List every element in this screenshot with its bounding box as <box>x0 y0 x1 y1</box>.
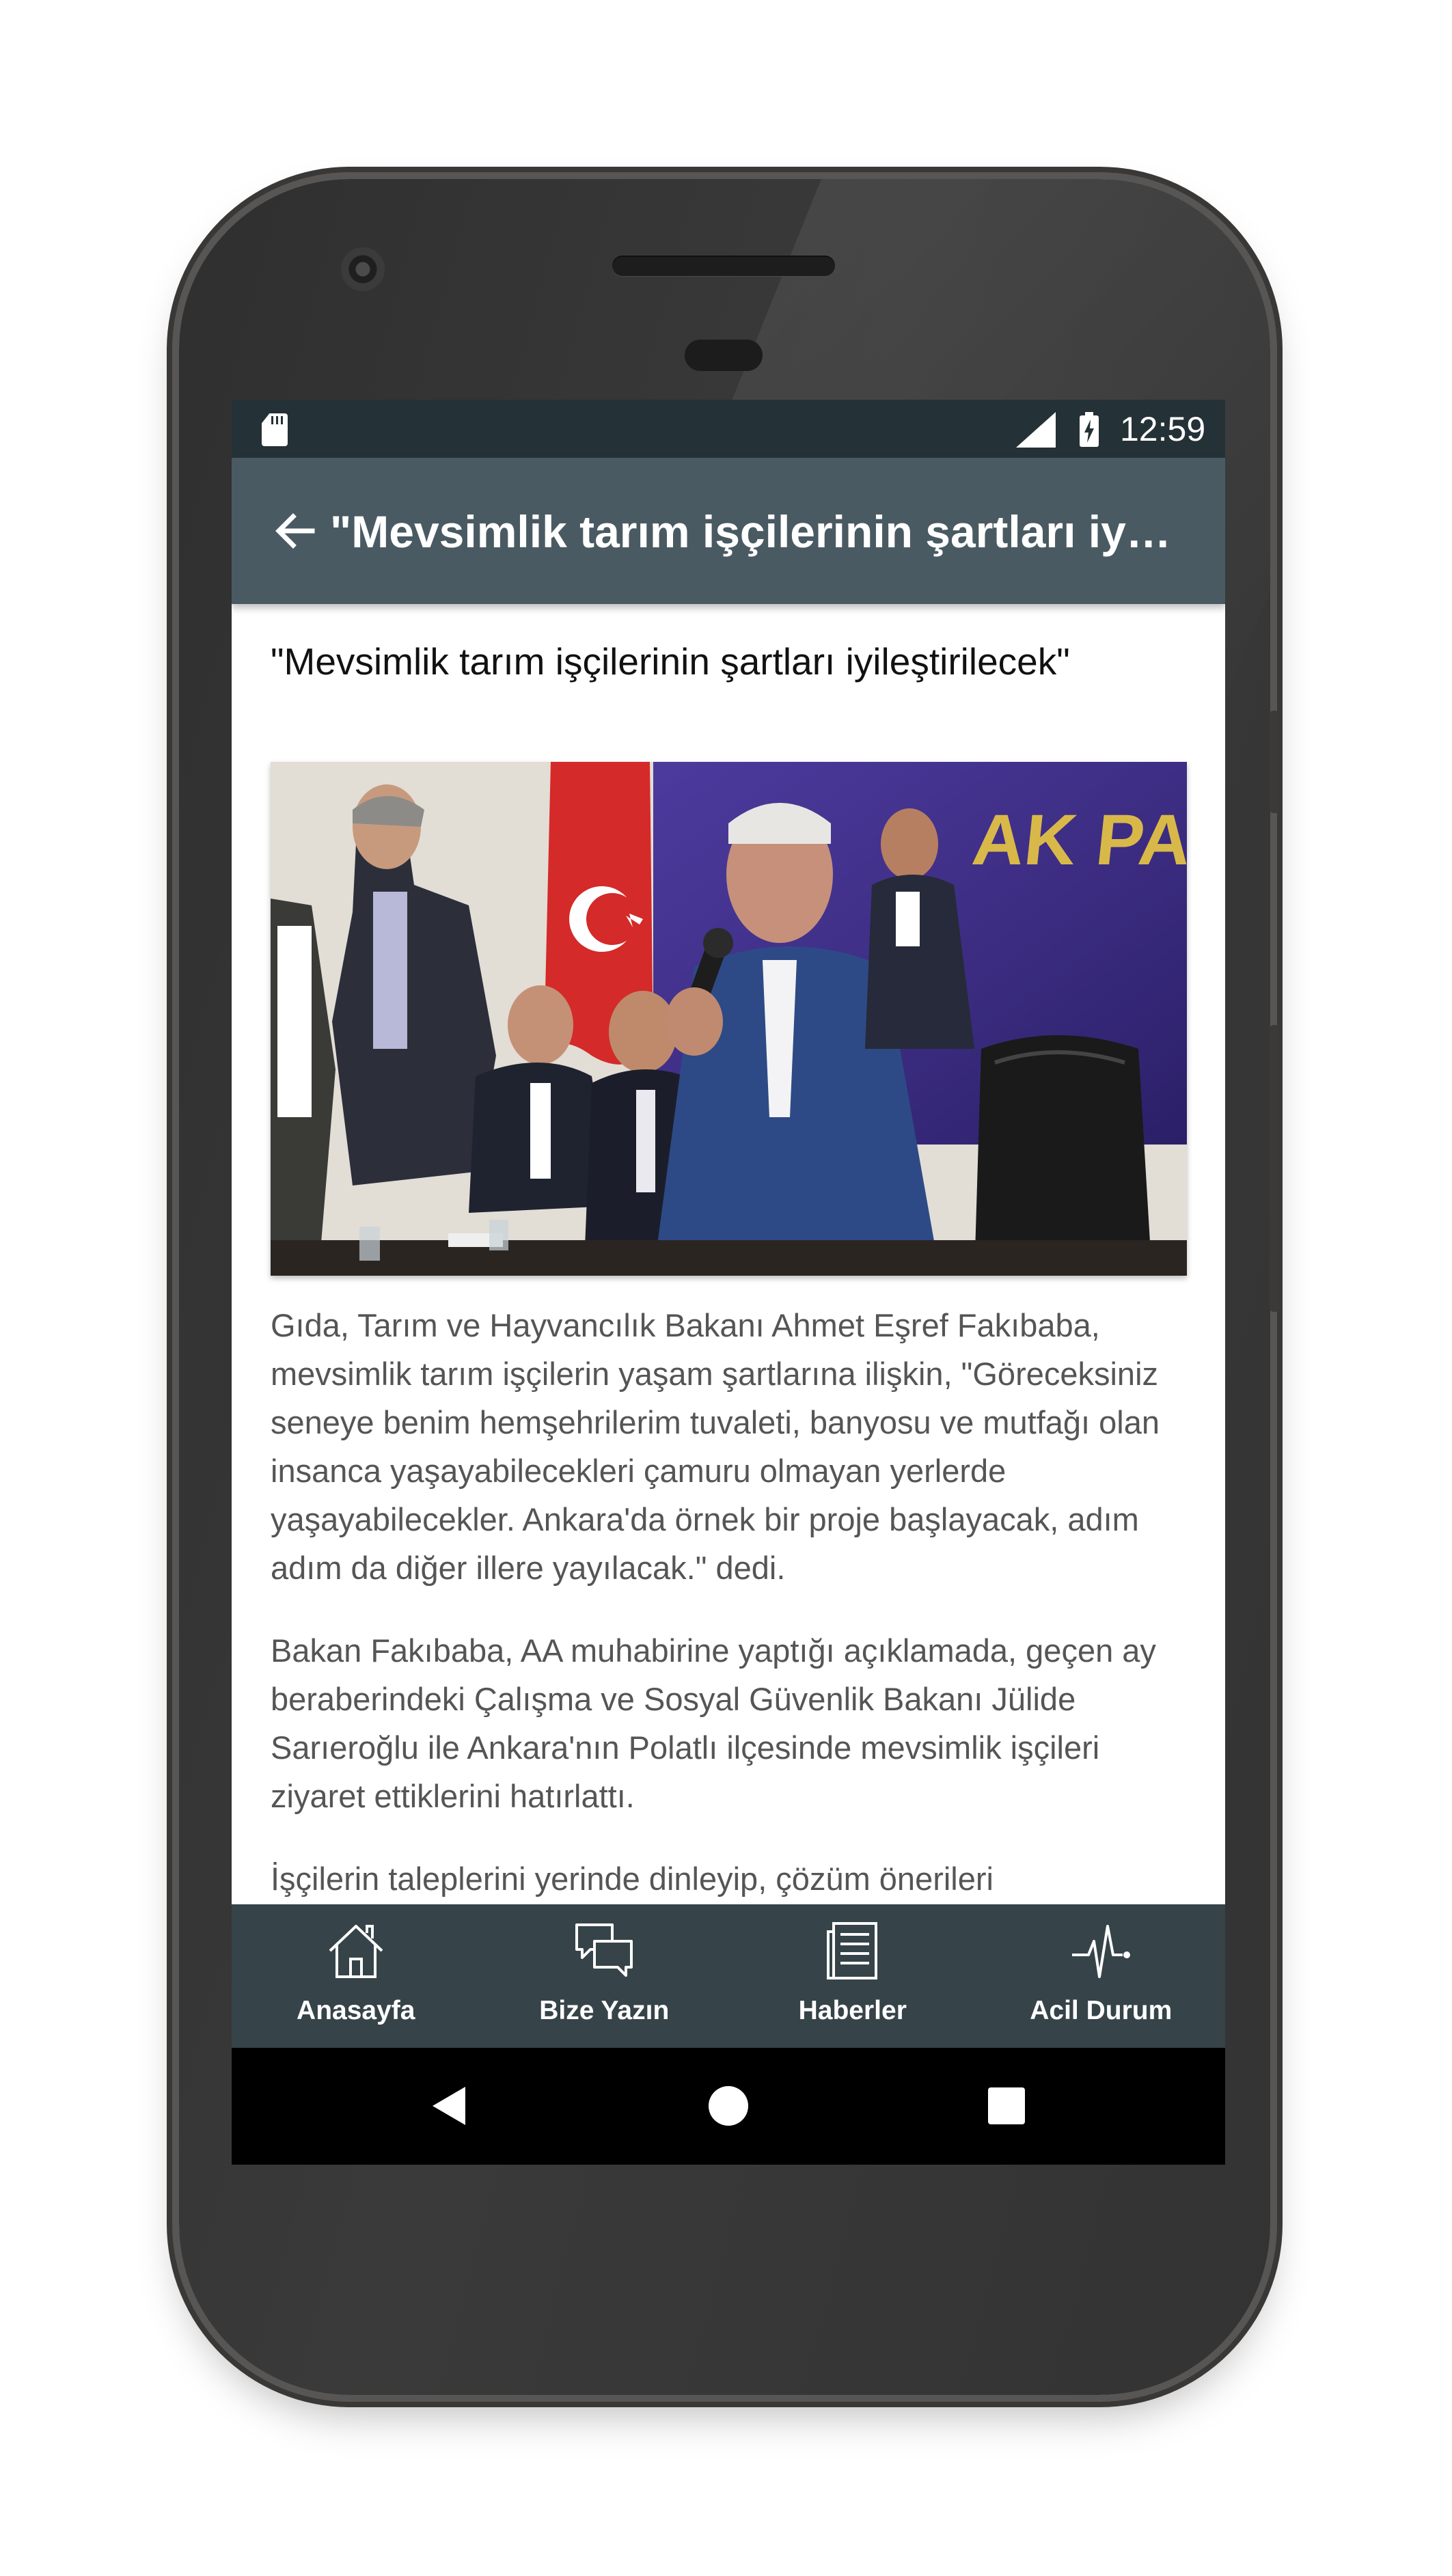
nav-label: Anasayfa <box>297 1996 415 2025</box>
article-paragraph: Gıda, Tarım ve Hayvancılık Bakanı Ahmet … <box>271 1307 1160 1586</box>
nav-item-anasayfa[interactable]: Anasayfa <box>232 1904 480 2048</box>
app-bar: "Mevsimlik tarım işçilerinin şartları iy… <box>232 458 1225 604</box>
network-type-label: LTE <box>1017 412 1042 426</box>
volume-button <box>1270 1025 1279 1312</box>
nav-label: Bize Yazın <box>539 1996 670 2025</box>
photo-banner-text: AK PARTİ İLÇE BA <box>969 800 1187 880</box>
bottom-navigation: Anasayfa Bize Yazın Haberler Acil Durum <box>232 1904 1225 2048</box>
nav-item-acil-durum[interactable]: Acil Durum <box>977 1904 1226 2048</box>
article-photo: AK PARTİ İLÇE BA <box>271 762 1187 1276</box>
back-arrow-icon[interactable] <box>273 508 318 553</box>
proximity-sensor <box>685 340 763 371</box>
article-body: Gıda, Tarım ve Hayvancılık Bakanı Ahmet … <box>271 1301 1190 1912</box>
phone-screen: LTE 12:59 "Mevsimlik tarım işçilerinin ş… <box>232 400 1225 2165</box>
app-bar-title: "Mevsimlik tarım işçilerinin şartları iy… <box>330 506 1177 557</box>
front-camera <box>341 247 385 291</box>
earpiece-speaker <box>612 256 835 276</box>
article-title: "Mevsimlik tarım işçilerinin şartları iy… <box>271 640 1070 683</box>
article-paragraph: İşçilerin taleplerini yerinde dinleyip, … <box>271 1861 994 1897</box>
chat-bubbles-icon <box>571 1918 637 1984</box>
status-clock: 12:59 <box>1120 410 1206 448</box>
power-button <box>1270 711 1279 813</box>
status-bar: LTE 12:59 <box>232 400 1225 458</box>
news-icon <box>820 1918 886 1984</box>
system-navigation-bar <box>232 2048 1225 2165</box>
system-back-icon[interactable] <box>382 2048 519 2165</box>
nav-label: Haberler <box>798 1996 907 2025</box>
article-content[interactable]: "Mevsimlik tarım işçilerinin şartları iy… <box>232 604 1225 1912</box>
nav-item-bize-yazin[interactable]: Bize Yazın <box>480 1904 729 2048</box>
pulse-icon <box>1068 1918 1134 1984</box>
article-paragraph: Bakan Fakıbaba, AA muhabirine yaptığı aç… <box>271 1632 1156 1814</box>
system-recents-icon[interactable] <box>938 2048 1075 2165</box>
system-home-icon[interactable] <box>660 2048 797 2165</box>
nav-item-haberler[interactable]: Haberler <box>728 1904 977 2048</box>
home-icon <box>323 1918 389 1984</box>
sd-card-icon <box>262 413 288 446</box>
nav-label: Acil Durum <box>1030 1996 1173 2025</box>
battery-charging-icon <box>1079 412 1099 448</box>
